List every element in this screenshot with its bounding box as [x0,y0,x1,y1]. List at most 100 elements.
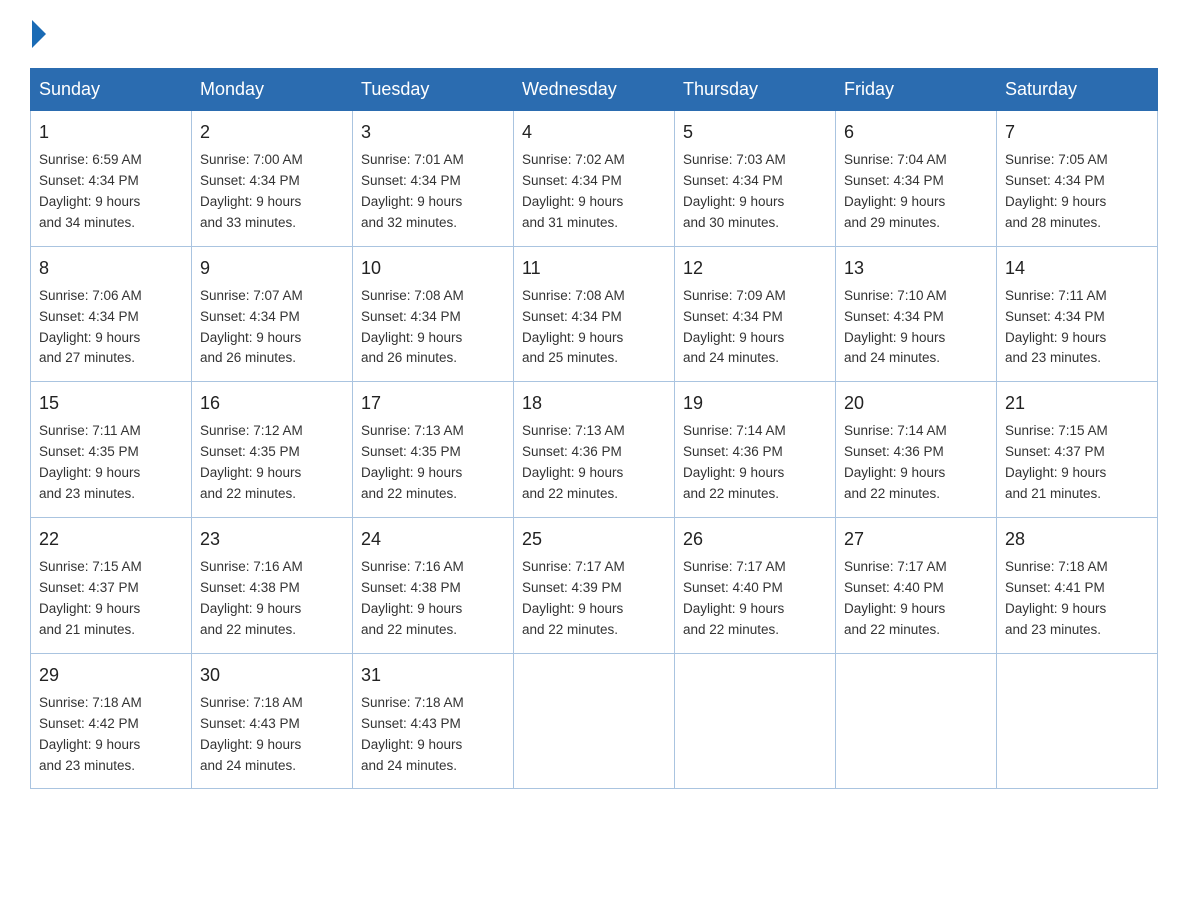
week-row-3: 15 Sunrise: 7:11 AMSunset: 4:35 PMDaylig… [31,382,1158,518]
day-info: Sunrise: 7:07 AMSunset: 4:34 PMDaylight:… [200,288,303,366]
day-cell: 25 Sunrise: 7:17 AMSunset: 4:39 PMDaylig… [514,518,675,654]
day-number: 2 [200,119,344,146]
weekday-header-thursday: Thursday [675,69,836,111]
day-info: Sunrise: 7:17 AMSunset: 4:40 PMDaylight:… [683,559,786,637]
day-number: 9 [200,255,344,282]
day-info: Sunrise: 7:00 AMSunset: 4:34 PMDaylight:… [200,152,303,230]
day-number: 5 [683,119,827,146]
day-number: 28 [1005,526,1149,553]
day-number: 27 [844,526,988,553]
day-number: 21 [1005,390,1149,417]
day-cell: 21 Sunrise: 7:15 AMSunset: 4:37 PMDaylig… [997,382,1158,518]
day-number: 30 [200,662,344,689]
week-row-1: 1 Sunrise: 6:59 AMSunset: 4:34 PMDayligh… [31,111,1158,247]
day-number: 29 [39,662,183,689]
day-number: 22 [39,526,183,553]
day-info: Sunrise: 7:15 AMSunset: 4:37 PMDaylight:… [39,559,142,637]
day-info: Sunrise: 7:17 AMSunset: 4:39 PMDaylight:… [522,559,625,637]
day-number: 23 [200,526,344,553]
day-info: Sunrise: 7:06 AMSunset: 4:34 PMDaylight:… [39,288,142,366]
day-cell: 13 Sunrise: 7:10 AMSunset: 4:34 PMDaylig… [836,246,997,382]
day-cell: 5 Sunrise: 7:03 AMSunset: 4:34 PMDayligh… [675,111,836,247]
day-cell [514,653,675,789]
week-row-4: 22 Sunrise: 7:15 AMSunset: 4:37 PMDaylig… [31,518,1158,654]
weekday-header-tuesday: Tuesday [353,69,514,111]
day-cell: 29 Sunrise: 7:18 AMSunset: 4:42 PMDaylig… [31,653,192,789]
day-number: 1 [39,119,183,146]
day-info: Sunrise: 7:01 AMSunset: 4:34 PMDaylight:… [361,152,464,230]
day-number: 26 [683,526,827,553]
day-info: Sunrise: 7:18 AMSunset: 4:41 PMDaylight:… [1005,559,1108,637]
day-cell: 28 Sunrise: 7:18 AMSunset: 4:41 PMDaylig… [997,518,1158,654]
calendar-table: SundayMondayTuesdayWednesdayThursdayFrid… [30,68,1158,789]
day-number: 8 [39,255,183,282]
weekday-header-monday: Monday [192,69,353,111]
week-row-5: 29 Sunrise: 7:18 AMSunset: 4:42 PMDaylig… [31,653,1158,789]
day-info: Sunrise: 7:11 AMSunset: 4:34 PMDaylight:… [1005,288,1107,366]
day-info: Sunrise: 7:14 AMSunset: 4:36 PMDaylight:… [683,423,786,501]
day-number: 14 [1005,255,1149,282]
day-cell: 31 Sunrise: 7:18 AMSunset: 4:43 PMDaylig… [353,653,514,789]
day-info: Sunrise: 7:17 AMSunset: 4:40 PMDaylight:… [844,559,947,637]
day-cell: 1 Sunrise: 6:59 AMSunset: 4:34 PMDayligh… [31,111,192,247]
day-cell: 8 Sunrise: 7:06 AMSunset: 4:34 PMDayligh… [31,246,192,382]
day-number: 3 [361,119,505,146]
week-row-2: 8 Sunrise: 7:06 AMSunset: 4:34 PMDayligh… [31,246,1158,382]
day-info: Sunrise: 7:02 AMSunset: 4:34 PMDaylight:… [522,152,625,230]
day-cell: 9 Sunrise: 7:07 AMSunset: 4:34 PMDayligh… [192,246,353,382]
day-cell: 18 Sunrise: 7:13 AMSunset: 4:36 PMDaylig… [514,382,675,518]
day-number: 10 [361,255,505,282]
day-cell: 7 Sunrise: 7:05 AMSunset: 4:34 PMDayligh… [997,111,1158,247]
day-number: 25 [522,526,666,553]
day-info: Sunrise: 7:14 AMSunset: 4:36 PMDaylight:… [844,423,947,501]
day-info: Sunrise: 7:12 AMSunset: 4:35 PMDaylight:… [200,423,303,501]
day-cell: 27 Sunrise: 7:17 AMSunset: 4:40 PMDaylig… [836,518,997,654]
day-cell: 3 Sunrise: 7:01 AMSunset: 4:34 PMDayligh… [353,111,514,247]
day-number: 15 [39,390,183,417]
weekday-header-row: SundayMondayTuesdayWednesdayThursdayFrid… [31,69,1158,111]
day-cell: 23 Sunrise: 7:16 AMSunset: 4:38 PMDaylig… [192,518,353,654]
day-cell: 19 Sunrise: 7:14 AMSunset: 4:36 PMDaylig… [675,382,836,518]
day-cell: 17 Sunrise: 7:13 AMSunset: 4:35 PMDaylig… [353,382,514,518]
logo [30,20,46,48]
day-number: 16 [200,390,344,417]
day-number: 12 [683,255,827,282]
day-info: Sunrise: 7:13 AMSunset: 4:35 PMDaylight:… [361,423,464,501]
day-cell: 16 Sunrise: 7:12 AMSunset: 4:35 PMDaylig… [192,382,353,518]
day-info: Sunrise: 7:09 AMSunset: 4:34 PMDaylight:… [683,288,786,366]
day-info: Sunrise: 7:15 AMSunset: 4:37 PMDaylight:… [1005,423,1108,501]
day-cell: 30 Sunrise: 7:18 AMSunset: 4:43 PMDaylig… [192,653,353,789]
day-number: 20 [844,390,988,417]
weekday-header-friday: Friday [836,69,997,111]
page-header [30,20,1158,48]
day-cell: 4 Sunrise: 7:02 AMSunset: 4:34 PMDayligh… [514,111,675,247]
day-info: Sunrise: 7:08 AMSunset: 4:34 PMDaylight:… [361,288,464,366]
day-cell: 12 Sunrise: 7:09 AMSunset: 4:34 PMDaylig… [675,246,836,382]
day-info: Sunrise: 7:08 AMSunset: 4:34 PMDaylight:… [522,288,625,366]
day-info: Sunrise: 7:05 AMSunset: 4:34 PMDaylight:… [1005,152,1108,230]
day-info: Sunrise: 7:04 AMSunset: 4:34 PMDaylight:… [844,152,947,230]
day-number: 18 [522,390,666,417]
day-cell [675,653,836,789]
day-cell: 22 Sunrise: 7:15 AMSunset: 4:37 PMDaylig… [31,518,192,654]
day-number: 6 [844,119,988,146]
day-number: 19 [683,390,827,417]
day-info: Sunrise: 7:13 AMSunset: 4:36 PMDaylight:… [522,423,625,501]
day-info: Sunrise: 7:18 AMSunset: 4:43 PMDaylight:… [361,695,464,773]
day-cell: 14 Sunrise: 7:11 AMSunset: 4:34 PMDaylig… [997,246,1158,382]
day-cell: 20 Sunrise: 7:14 AMSunset: 4:36 PMDaylig… [836,382,997,518]
day-number: 7 [1005,119,1149,146]
day-cell: 26 Sunrise: 7:17 AMSunset: 4:40 PMDaylig… [675,518,836,654]
day-info: Sunrise: 7:11 AMSunset: 4:35 PMDaylight:… [39,423,141,501]
day-number: 13 [844,255,988,282]
day-number: 31 [361,662,505,689]
day-info: Sunrise: 7:03 AMSunset: 4:34 PMDaylight:… [683,152,786,230]
logo-arrow-icon [32,20,46,48]
weekday-header-saturday: Saturday [997,69,1158,111]
day-cell [997,653,1158,789]
day-number: 24 [361,526,505,553]
day-info: Sunrise: 7:18 AMSunset: 4:43 PMDaylight:… [200,695,303,773]
day-number: 17 [361,390,505,417]
day-info: Sunrise: 7:16 AMSunset: 4:38 PMDaylight:… [200,559,303,637]
day-info: Sunrise: 7:10 AMSunset: 4:34 PMDaylight:… [844,288,947,366]
